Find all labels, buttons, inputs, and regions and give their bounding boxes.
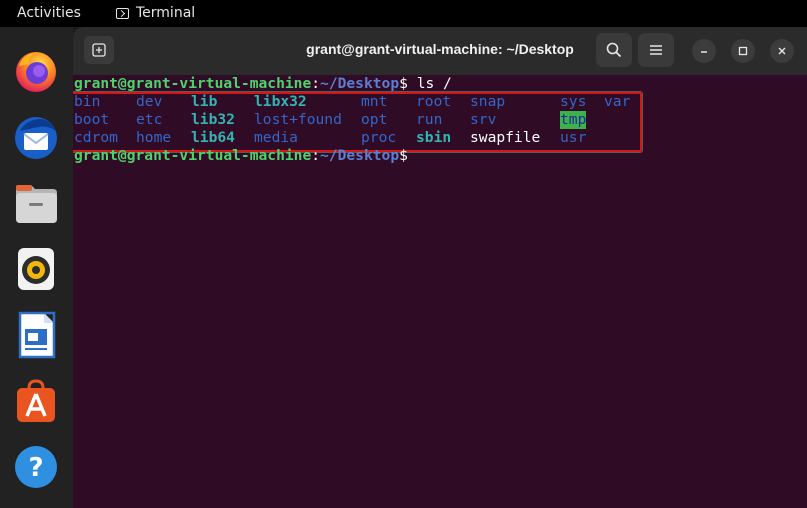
dock-software[interactable] xyxy=(12,377,60,425)
app-menu[interactable]: Terminal xyxy=(116,5,195,21)
svg-text:?: ? xyxy=(28,453,43,483)
prompt-line: grant@grant-virtual-machine:~/Desktop$ xyxy=(74,147,408,165)
dock-thunderbird[interactable] xyxy=(12,113,60,161)
app-menu-label: Terminal xyxy=(136,5,196,21)
prompt-user: grant@grant-virtual-machine xyxy=(74,147,312,164)
close-button[interactable] xyxy=(770,39,794,63)
terminal-content[interactable]: grant@grant-virtual-machine:~/Desktop$ l… xyxy=(73,75,807,508)
firefox-icon xyxy=(16,52,56,92)
thunderbird-icon xyxy=(15,117,57,159)
maximize-button[interactable] xyxy=(731,39,755,63)
highlight-box xyxy=(73,92,642,152)
prompt-line: grant@grant-virtual-machine:~/Desktop$ l… xyxy=(74,75,452,93)
search-icon xyxy=(606,42,622,58)
prompt-separator: : xyxy=(311,75,321,92)
rhythmbox-icon xyxy=(18,248,54,290)
terminal-window: grant@grant-virtual-machine: ~/Desktop g… xyxy=(73,27,807,508)
top-bar: Activities Terminal xyxy=(0,0,807,27)
writer-icon xyxy=(18,311,56,359)
files-icon xyxy=(16,185,57,223)
prompt-separator: : xyxy=(311,147,321,164)
close-icon xyxy=(778,47,786,55)
prompt-path: ~/Desktop xyxy=(320,75,400,92)
menu-button[interactable] xyxy=(638,33,674,67)
title-bar: grant@grant-virtual-machine: ~/Desktop xyxy=(73,27,807,75)
prompt-dollar: $ xyxy=(399,147,408,164)
dock-files[interactable] xyxy=(12,179,60,227)
dock-firefox[interactable] xyxy=(12,47,60,95)
hamburger-menu-icon xyxy=(650,45,662,55)
dock-writer[interactable] xyxy=(12,311,60,359)
software-icon xyxy=(17,379,55,422)
terminal-icon xyxy=(116,7,129,19)
prompt-dollar: $ xyxy=(399,75,408,92)
prompt-path: ~/Desktop xyxy=(320,147,400,164)
activities-button[interactable]: Activities xyxy=(17,5,81,21)
prompt-user: grant@grant-virtual-machine xyxy=(74,75,312,92)
dock-rhythmbox[interactable] xyxy=(12,245,60,293)
search-button[interactable] xyxy=(596,33,632,67)
help-icon: ? xyxy=(15,446,57,488)
dock: ? xyxy=(0,27,73,508)
dock-help[interactable]: ? xyxy=(12,443,60,491)
maximize-icon xyxy=(738,46,748,56)
command-text: ls / xyxy=(407,75,452,92)
minimize-button[interactable] xyxy=(692,39,716,63)
minimize-icon xyxy=(701,51,707,53)
